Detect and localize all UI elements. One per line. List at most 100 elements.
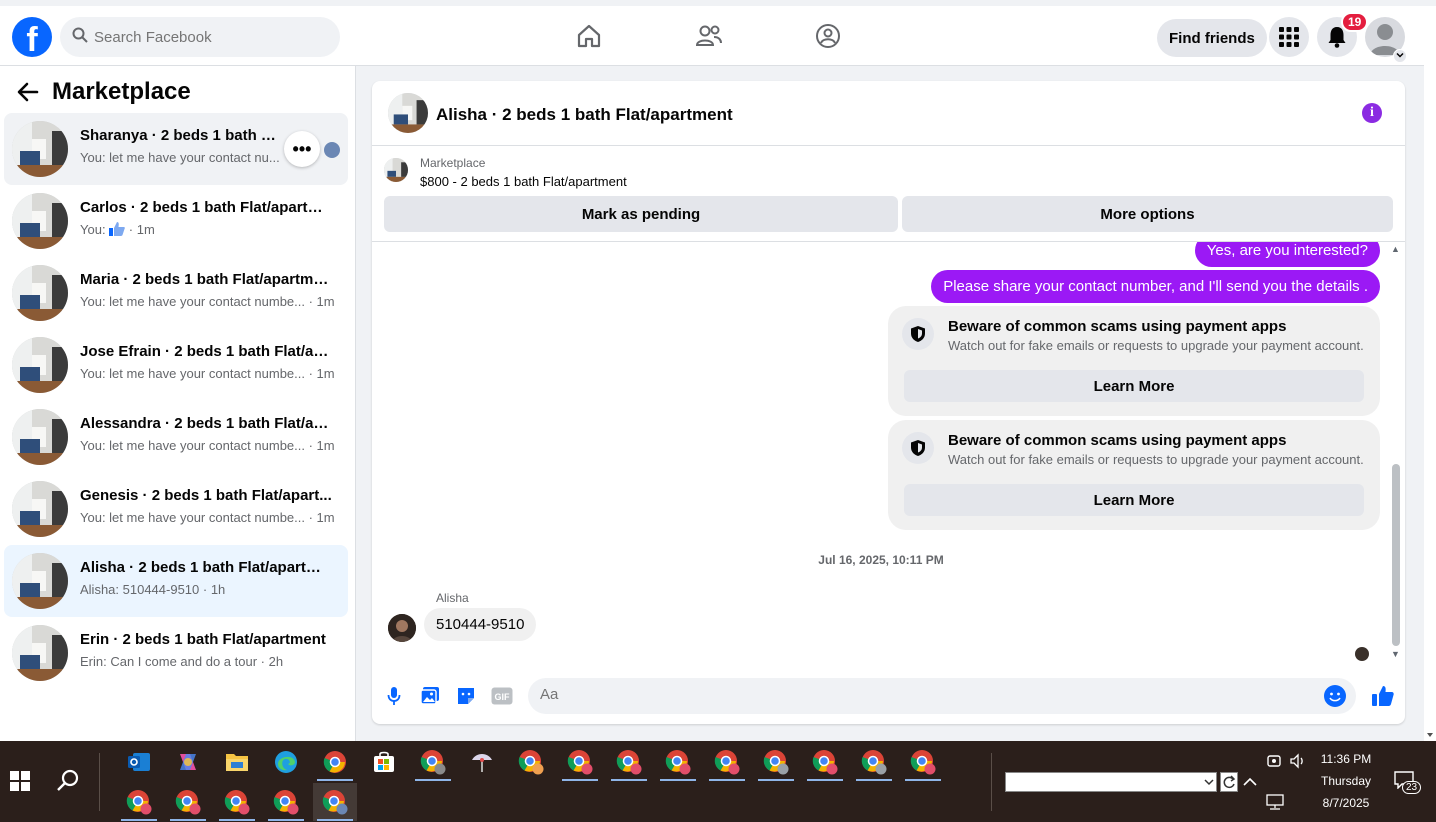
taskbar-divider [991, 753, 992, 811]
chrome-profile-icon[interactable] [117, 783, 161, 821]
listing-banner: Marketplace $800 - 2 beds 1 bath Flat/ap… [372, 147, 1405, 242]
chrome-icon[interactable] [313, 743, 357, 781]
find-friends-button[interactable]: Find friends [1157, 19, 1267, 57]
meet-now-icon[interactable] [1266, 753, 1282, 774]
listing-thumbnail[interactable] [388, 93, 428, 133]
facebook-logo[interactable]: f [12, 17, 52, 57]
conversation-title: Erin · 2 beds 1 bath Flat/apartment [80, 631, 326, 648]
conversation-item[interactable]: Alessandra · 2 beds 1 bath Flat/apa... Y… [4, 401, 348, 473]
mark-as-pending-button[interactable]: Mark as pending [384, 196, 898, 232]
photo-icon[interactable] [416, 682, 444, 710]
chrome-profile-icon[interactable] [264, 783, 308, 821]
chrome-profile-icon[interactable] [215, 783, 259, 821]
microphone-icon[interactable] [380, 682, 408, 710]
chrome-profile-icon[interactable] [166, 783, 210, 821]
sticker-icon[interactable] [452, 682, 480, 710]
groups-icon[interactable] [813, 21, 843, 51]
thumbs-up-icon [109, 222, 126, 237]
chrome-profile-icon[interactable] [411, 743, 455, 781]
sidebar-title: Marketplace [52, 78, 191, 105]
scrollbar-thumb[interactable] [1392, 464, 1400, 646]
warning-title: Beware of common scams using payment app… [948, 318, 1287, 335]
scroll-down-arrow-icon[interactable]: ▼ [1391, 649, 1400, 659]
info-icon[interactable]: i [1362, 103, 1382, 123]
network-icon[interactable] [1266, 794, 1284, 815]
more-options-button[interactable]: More options [902, 196, 1393, 232]
chrome-profile-icon[interactable] [705, 743, 749, 781]
friends-icon[interactable] [694, 21, 724, 51]
message-input[interactable] [540, 686, 1320, 703]
listing-price[interactable]: $800 - 2 beds 1 bath Flat/apartment [420, 174, 627, 189]
microsoft-store-icon[interactable] [362, 743, 406, 781]
chrome-profile-icon[interactable] [803, 743, 847, 781]
marketplace-inbox-sidebar: Marketplace Sharanya · 2 beds 1 bath Fla… [0, 66, 356, 741]
conversation-item[interactable]: Jose Efrain · 2 beds 1 bath Flat/apa... … [4, 329, 348, 401]
clock-date[interactable]: 8/7/2025 [1316, 796, 1376, 810]
search-input[interactable] [94, 28, 314, 46]
conversation-item[interactable]: Sharanya · 2 beds 1 bath Flat/apartment … [4, 113, 348, 185]
listing-thumbnail [12, 193, 68, 249]
conversation-item-active[interactable]: Alisha · 2 beds 1 bath Flat/apartme... A… [4, 545, 348, 617]
conversation-title: Sharanya · 2 beds 1 bath Flat/apartment [80, 127, 280, 144]
conversation-item[interactable]: Erin · 2 beds 1 bath Flat/apartment Erin… [4, 617, 348, 689]
chrome-profile-icon[interactable] [558, 743, 602, 781]
page-scrollbar[interactable] [1424, 6, 1436, 741]
account-chevron-down-icon[interactable] [1393, 49, 1407, 63]
show-hidden-icons-chevron-up-icon[interactable] [1243, 774, 1257, 792]
message-scrollbar[interactable]: ▲ ▼ [1389, 242, 1401, 668]
chrome-profile-icon[interactable] [754, 743, 798, 781]
svg-text:GIF: GIF [495, 692, 511, 702]
refresh-icon[interactable] [1220, 772, 1238, 792]
conversation-title: Genesis · 2 beds 1 bath Flat/apart... [80, 487, 332, 504]
chrome-profile-icon[interactable] [656, 743, 700, 781]
windows-start-icon[interactable] [10, 771, 30, 791]
listing-thumbnail [12, 121, 68, 177]
conversation-item[interactable]: Genesis · 2 beds 1 bath Flat/apart... Yo… [4, 473, 348, 545]
seen-avatar-icon [324, 142, 340, 158]
search-box[interactable] [60, 17, 340, 57]
listing-thumbnail [12, 337, 68, 393]
outgoing-message[interactable]: Yes, are you interested? [1194, 242, 1380, 267]
sender-name: Alisha [436, 591, 469, 605]
gif-icon[interactable]: GIF [488, 682, 516, 710]
clock-time[interactable]: 11:36 PM [1316, 752, 1376, 766]
conversation-preview: Erin: Can I come and do a tour · 2h [80, 654, 284, 669]
menu-grid-icon[interactable] [1269, 17, 1309, 57]
learn-more-button[interactable]: Learn More [904, 370, 1364, 402]
chrome-profile-icon[interactable] [901, 743, 945, 781]
more-options-icon[interactable]: ••• [284, 131, 320, 167]
chat-panel: Alisha · 2 beds 1 bath Flat/apartment i … [372, 81, 1405, 724]
outgoing-message[interactable]: Please share your contact number, and I'… [931, 270, 1380, 303]
search-icon[interactable] [56, 769, 80, 798]
back-arrow-icon[interactable] [14, 78, 42, 106]
chrome-profile-icon[interactable] [509, 743, 553, 781]
volume-icon[interactable] [1290, 753, 1306, 774]
conversation-item[interactable]: Carlos · 2 beds 1 bath Flat/apartm... Yo… [4, 185, 348, 257]
emoji-icon[interactable] [1324, 685, 1346, 707]
chat-title[interactable]: Alisha · 2 beds 1 bath Flat/apartment [436, 105, 733, 125]
scam-warning-card: Beware of common scams using payment app… [888, 306, 1380, 416]
learn-more-button[interactable]: Learn More [904, 484, 1364, 516]
scroll-up-arrow-icon[interactable]: ▲ [1391, 244, 1400, 254]
read-receipt-avatar [1355, 647, 1369, 661]
incoming-message[interactable]: 510444-9510 [424, 608, 537, 641]
notification-center-icon[interactable]: 23 [1394, 771, 1422, 795]
listing-small-thumbnail[interactable] [384, 158, 408, 182]
taskbar-address-combobox[interactable] [1005, 772, 1217, 792]
home-icon[interactable] [574, 21, 604, 51]
chrome-profile-icon[interactable] [852, 743, 896, 781]
outlook-icon[interactable] [117, 743, 161, 781]
file-explorer-icon[interactable] [215, 743, 259, 781]
edge-icon[interactable] [264, 743, 308, 781]
conversation-item[interactable]: Maria · 2 beds 1 bath Flat/apartment You… [4, 257, 348, 329]
chrome-profile-icon[interactable] [607, 743, 651, 781]
copilot-icon[interactable] [166, 743, 210, 781]
chrome-profile-icon-active[interactable] [313, 783, 357, 821]
thumbs-up-send-icon[interactable] [1369, 682, 1397, 710]
listing-thumbnail [12, 265, 68, 321]
app-icon[interactable] [460, 743, 504, 781]
sender-avatar[interactable] [388, 614, 416, 642]
listing-thumbnail [12, 625, 68, 681]
preview-suffix: · 1m [125, 222, 155, 237]
clock-day[interactable]: Thursday [1316, 774, 1376, 788]
